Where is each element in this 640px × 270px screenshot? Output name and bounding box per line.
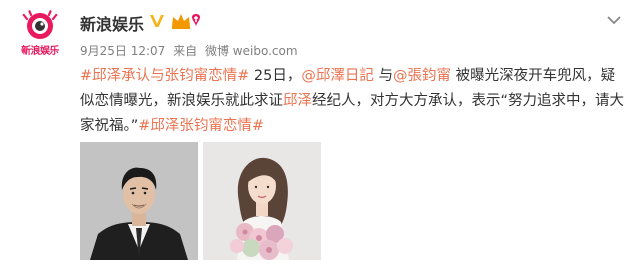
mention-link[interactable]: @邱澤日記 bbox=[301, 68, 374, 84]
account-name[interactable]: 新浪娱乐 bbox=[80, 11, 144, 35]
post-meta: 9月25日 12:07 来自 微博 weibo.com bbox=[80, 42, 302, 59]
woman-portrait-image bbox=[203, 142, 321, 260]
post-source-prefix: 来自 bbox=[173, 44, 198, 58]
mention-link[interactable]: @張鈞甯 bbox=[393, 68, 451, 84]
post-time[interactable]: 9月25日 12:07 bbox=[80, 44, 165, 58]
man-portrait-image bbox=[80, 142, 198, 260]
post-source[interactable]: 微博 weibo.com bbox=[205, 44, 298, 58]
weibo-post-card: 新浪娱乐 新浪娱乐 9月25日 12:07 来自 微博 weibo.com #邱… bbox=[0, 0, 640, 270]
post-text-segment: 25日， bbox=[249, 68, 302, 84]
post-photo-1[interactable] bbox=[80, 142, 198, 260]
hashtag-link[interactable]: #邱泽张钧甯恋情# bbox=[138, 118, 264, 134]
keyword-highlight[interactable]: 邱泽 bbox=[283, 93, 312, 109]
post-text-segment: 与 bbox=[373, 68, 393, 84]
hashtag-link[interactable]: #邱泽承认与张钧甯恋情# bbox=[80, 68, 249, 84]
vip-crown-icon[interactable] bbox=[170, 11, 206, 31]
avatar-logo-text: 新浪娱乐 bbox=[21, 46, 60, 57]
chevron-down-icon[interactable] bbox=[606, 14, 622, 26]
post-text: #邱泽承认与张钧甯恋情# 25日，@邱澤日記 与@張鈞甯 被曝光深夜开车兜风，疑… bbox=[80, 64, 625, 139]
post-photo-2[interactable] bbox=[203, 142, 321, 260]
account-avatar[interactable]: 新浪娱乐 bbox=[14, 8, 66, 60]
verified-v-icon bbox=[150, 15, 164, 27]
